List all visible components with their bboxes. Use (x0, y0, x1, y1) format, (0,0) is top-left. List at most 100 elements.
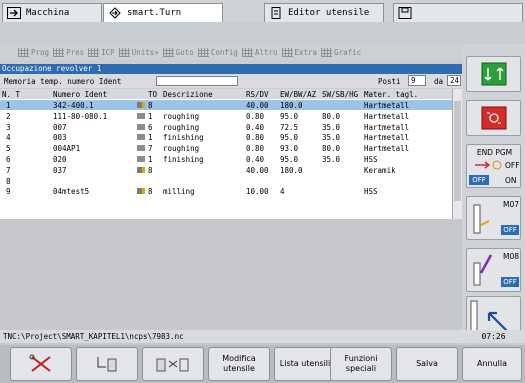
grid-icon (118, 47, 130, 57)
menu-item-grafic[interactable]: Grafic (321, 47, 361, 57)
cell-desc: finishing (163, 155, 204, 164)
posti-label: Posti (378, 77, 401, 86)
stop-button[interactable] (466, 100, 521, 136)
table-row[interactable]: 7 037 8 40.00 180.0 Keramik (0, 165, 452, 175)
cell-n: 3 (6, 122, 11, 132)
tool-type-icon (137, 134, 145, 141)
cell-mat: Hartmetall (364, 111, 410, 121)
cell-ew: 95.0 (280, 133, 299, 143)
cell-to: 1 (148, 133, 153, 143)
posti-total: 24 (447, 75, 461, 86)
cell-n: 4 (6, 133, 11, 143)
table-row[interactable]: 4 003 1 finishing 0.80 95.0 35.0 Hartmetall (0, 132, 452, 142)
cell-desc: finishing (163, 133, 204, 143)
grid-icon (162, 47, 174, 57)
cell-to: 1 (148, 111, 153, 121)
tab-save[interactable] (393, 3, 523, 22)
end-pgm-button[interactable]: END PGM OFF OFF ON (466, 144, 521, 188)
col-desc: Descrizione (163, 90, 213, 99)
table-row[interactable]: 5 004AP1 7 roughing 0.80 93.0 80.0 Hartmetall (0, 143, 452, 153)
menu-item-icp[interactable]: ICP (88, 47, 115, 57)
cell-rs: 10.00 (246, 187, 269, 197)
tool-type-icon (137, 123, 145, 130)
tool-type-icon (137, 102, 145, 108)
cell-desc: roughing (163, 144, 200, 154)
grid-icon (281, 47, 293, 57)
cell-ident: 007 (53, 122, 67, 132)
table-row[interactable]: 9 04mtest5 8 milling 10.00 4 HSS (0, 186, 452, 196)
cell-ew: 4 (280, 187, 285, 197)
cell-ew: 95.0 (280, 155, 299, 164)
menu-item-goto[interactable]: Goto (162, 47, 194, 57)
tab-smart-turn[interactable]: smart.Turn (103, 3, 223, 22)
menu-item-units[interactable]: Units» (118, 47, 159, 57)
grid-icon (53, 47, 65, 57)
end-pgm-off: OFF (505, 161, 520, 170)
ident-search-input[interactable] (156, 76, 238, 86)
softkey-salva[interactable]: Salva (396, 347, 458, 381)
off-state: OFF (469, 175, 489, 185)
arrow-right-box-icon (7, 7, 21, 19)
softkey-annulla[interactable]: Annulla (462, 347, 522, 381)
table-row[interactable]: 8 (0, 176, 452, 186)
diamond-arrow-icon (108, 7, 122, 19)
cell-n: 5 (6, 144, 11, 154)
coolant-icon (473, 204, 490, 234)
menu-item-altro[interactable]: Altro (241, 47, 278, 57)
grid-icon (88, 47, 100, 57)
clock: 07:26 (462, 330, 525, 343)
softkey-cut[interactable] (10, 347, 72, 381)
menu-item-prog[interactable]: Prog (18, 47, 49, 57)
cell-n: 2 (6, 111, 11, 121)
cell-to: 8 (148, 187, 153, 197)
grid-icon (321, 47, 333, 57)
cell-ident: 111-80-080.1 (53, 111, 108, 121)
cell-mat: Hartmetall (364, 122, 410, 132)
menu-item-config[interactable]: Config (197, 47, 238, 57)
menu-item-pres[interactable]: Pres (53, 47, 84, 57)
col-ew: EW/BW/AZ (280, 90, 317, 99)
softkey-insert[interactable] (76, 347, 138, 381)
table-scrollbar[interactable] (452, 89, 462, 219)
table-row[interactable]: 3 007 6 roughing 0.40 72.5 35.0 Hartmetall (0, 122, 452, 132)
search-label: Memoria temp. numero Ident (4, 77, 122, 86)
cell-n: 6 (6, 155, 11, 164)
table-row[interactable]: 2 111-80-080.1 1 roughing 0.80 95.0 80.0 Hartme… (0, 111, 452, 121)
scrollbar-thumb[interactable] (454, 101, 461, 201)
tab-bar: Macchina smart.Turn Editor utensile (0, 0, 525, 22)
col-rs: RS/DV (246, 90, 269, 99)
red-stop-icon (481, 106, 507, 130)
table-row[interactable]: 1 342-400.1 8 40.00 180.0 Hartmetall (0, 100, 452, 110)
cell-ew: 72.5 (280, 122, 299, 132)
posti-current: 9 (408, 75, 426, 86)
softkey-bar: Modifica utensile Lista utensili Funzion… (0, 345, 525, 383)
cell-ident: 003 (53, 133, 67, 143)
tool-type-icon (137, 112, 145, 119)
softkey-lista-utensili[interactable]: Lista utensili (274, 347, 336, 381)
da-label: da (434, 77, 444, 86)
table-header: N. T Numero Ident TO Descrizione RS/DV E… (0, 89, 452, 99)
cell-sw: 35.0 (322, 133, 341, 143)
tool-type-icon (137, 166, 145, 173)
menu-item-extra[interactable]: Extra (281, 47, 317, 57)
table-row[interactable]: 6 020 1 finishing 0.40 95.0 35.0 HSS (0, 154, 452, 164)
start-button[interactable] (466, 56, 521, 92)
cell-ident: 020 (53, 155, 67, 164)
softkey-copy[interactable] (142, 347, 204, 381)
cell-to: 6 (148, 122, 153, 132)
cell-to: 8 (148, 165, 153, 175)
tab-label: Macchina (26, 8, 70, 18)
cell-to: 8 (148, 101, 153, 110)
tab-macchina[interactable]: Macchina (2, 3, 102, 22)
col-nt: N. T (2, 90, 21, 99)
softkey-funzioni-speciali[interactable]: Funzioni speciali (330, 347, 392, 381)
m07-button[interactable]: M07 OFF (466, 196, 521, 240)
softkey-modifica-utensile[interactable]: Modifica utensile (208, 347, 270, 381)
tab-editor-utensile[interactable]: Editor utensile (264, 3, 384, 22)
cell-rs: 0.80 (246, 144, 265, 154)
m07-state: OFF (501, 225, 519, 235)
m08-button[interactable]: M08 OFF (466, 248, 521, 292)
tool-type-icon (137, 156, 145, 162)
m07-label: M07 (503, 200, 520, 209)
window-title: Occupazione revolver 1 (0, 64, 462, 74)
